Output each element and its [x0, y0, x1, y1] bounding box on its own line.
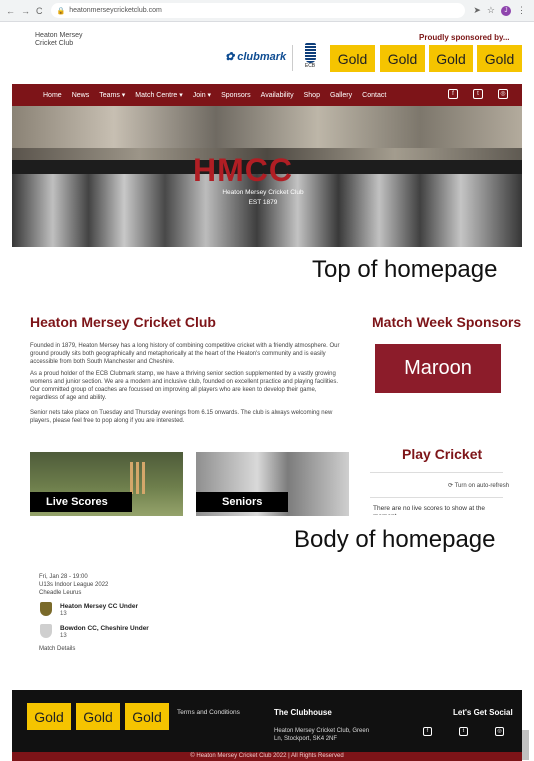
scrollbar-thumb[interactable] — [521, 730, 529, 760]
caption-top: Top of homepage — [312, 256, 498, 283]
profile-avatar[interactable]: J — [501, 5, 511, 16]
sponsor-heading: Proudly sponsored by... — [419, 33, 510, 42]
auto-refresh-label: Turn on auto-refresh — [454, 483, 510, 489]
intro-paragraph-1: Founded in 1879, Heaton Mersey has a lon… — [30, 343, 340, 365]
seniors-label: Seniors — [196, 492, 288, 512]
seniors-card[interactable]: Seniors — [196, 452, 349, 516]
sponsor-gold-1[interactable]: Gold — [330, 45, 375, 72]
stumps-image — [130, 462, 145, 494]
nav-home[interactable]: Home — [43, 92, 62, 99]
away-team-crest-icon — [40, 624, 52, 638]
nav-news[interactable]: News — [72, 92, 90, 99]
match-league: U13s Indoor League 2022 — [39, 582, 109, 588]
footer-gold-1[interactable]: Gold — [27, 703, 71, 730]
sidebar-divider — [370, 472, 503, 473]
copyright: © Heaton Mersey Cricket Club 2022 | All … — [12, 752, 522, 761]
match-date: Fri, Jan 28 - 19:00 — [39, 574, 88, 580]
nav-contact[interactable]: Contact — [362, 92, 386, 99]
sponsor-gold-2[interactable]: Gold — [380, 45, 425, 72]
clubmark-text: clubmark — [237, 50, 287, 63]
footer-gold-3[interactable]: Gold — [125, 703, 169, 730]
sponsor-gold-3[interactable]: Gold — [429, 45, 473, 72]
nav-shop[interactable]: Shop — [304, 92, 320, 99]
hero-title: HMCC — [193, 152, 293, 188]
hero-banner: HMCC Heaton Mersey Cricket Club EST 1879 — [12, 106, 522, 247]
nav-match-centre[interactable]: Match Centre ▾ — [135, 91, 182, 99]
ecb-text: ECB — [304, 63, 316, 69]
intro-paragraph-3: Senior nets take place on Tuesday and Th… — [30, 410, 333, 424]
sponsors-title: Match Week Sponsors — [372, 314, 522, 330]
hero-subtitle: Heaton Mersey Cricket Club — [222, 189, 304, 196]
footer-gold-2[interactable]: Gold — [76, 703, 120, 730]
header-divider — [292, 45, 293, 71]
clubmark-logo: ✿ clubmark — [225, 50, 287, 64]
live-scores-card[interactable]: Live Scores — [30, 452, 183, 516]
back-icon[interactable]: ← — [6, 6, 15, 16]
instagram-icon[interactable]: ◎ — [498, 89, 508, 99]
social-title: Let's Get Social — [453, 708, 513, 717]
caption-body: Body of homepage — [294, 526, 496, 553]
lock-icon: 🔒 — [56, 7, 66, 15]
ecb-logo: ECB — [302, 43, 318, 73]
twitter-icon[interactable]: t — [473, 89, 483, 99]
sponsor-maroon[interactable]: Maroon — [375, 344, 501, 393]
refresh-icon: ⟳ — [448, 483, 454, 489]
nav-social: f t ◎ — [448, 89, 508, 99]
hero-team-photos — [12, 106, 522, 148]
club-title: Heaton Mersey Cricket Club — [30, 314, 216, 330]
nav-teams[interactable]: Teams ▾ — [99, 91, 125, 99]
terms-link[interactable]: Terms and Conditions — [177, 709, 240, 716]
auto-refresh-toggle[interactable]: ⟳ Turn on auto-refresh — [448, 482, 509, 489]
address-bar[interactable]: 🔒 heatonmerseycricketclub.com — [50, 3, 466, 18]
main-nav: Home News Teams ▾ Match Centre ▾ Join ▾ … — [12, 84, 522, 106]
no-scores-message: There are no live scores to show at the … — [373, 505, 486, 515]
play-cricket-title: Play Cricket — [402, 446, 483, 462]
clubhouse-address: Heaton Mersey Cricket Club, Green Ln, St… — [274, 728, 370, 742]
nav-gallery[interactable]: Gallery — [330, 92, 352, 99]
nav-availability[interactable]: Availability — [261, 92, 294, 99]
clubmark-icon: ✿ — [225, 51, 235, 63]
away-team-name[interactable]: Bowdon CC, Cheshire Under — [60, 625, 149, 632]
footer-instagram-icon[interactable]: ◎ — [495, 727, 504, 736]
home-team-score: 13 — [60, 611, 67, 617]
nav-join[interactable]: Join ▾ — [193, 91, 211, 99]
footer-twitter-icon[interactable]: t — [459, 727, 468, 736]
nav-sponsors[interactable]: Sponsors — [221, 92, 251, 99]
home-team-name[interactable]: Heaton Mersey CC Under — [60, 603, 138, 610]
home-team-crest-icon — [40, 602, 52, 616]
live-scores-label: Live Scores — [30, 492, 132, 512]
hero-established: EST 1879 — [248, 199, 278, 206]
send-icon[interactable]: ➤ — [473, 5, 481, 16]
intro-paragraph-2: As a proud holder of the ECB Clubmark st… — [30, 371, 339, 401]
footer-social: f t ◎ — [423, 727, 504, 736]
away-team-score: 13 — [60, 633, 67, 639]
star-icon[interactable]: ☆ — [487, 5, 495, 16]
reload-icon[interactable]: C — [36, 6, 43, 16]
sidebar-divider-2 — [370, 497, 503, 498]
ecb-crest-icon — [304, 43, 316, 63]
club-logo[interactable]: Heaton Mersey Cricket Club — [35, 32, 105, 48]
browser-toolbar: ← → C 🔒 heatonmerseycricketclub.com ➤ ☆ … — [0, 0, 534, 22]
match-details-link[interactable]: Match Details — [39, 646, 75, 652]
clubhouse-title: The Clubhouse — [274, 708, 332, 717]
url-text: heatonmerseycricketclub.com — [69, 7, 162, 14]
forward-icon[interactable]: → — [21, 6, 30, 16]
facebook-icon[interactable]: f — [448, 89, 458, 99]
match-venue: Cheadle Leurus — [39, 590, 82, 596]
sponsor-gold-4[interactable]: Gold — [477, 45, 522, 72]
menu-icon[interactable]: ⋮ — [517, 5, 526, 16]
footer-facebook-icon[interactable]: f — [423, 727, 432, 736]
